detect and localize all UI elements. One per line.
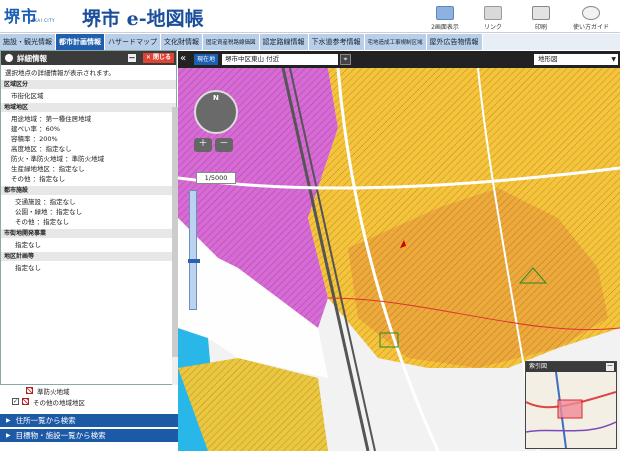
detail-panel-header: 詳細情報 － ✕ 閉じる [1,51,176,65]
guide-icon [582,6,600,20]
map-type-select[interactable]: 地形図 ▼ [534,54,618,65]
compass-n-label: N [213,94,219,102]
detail-item: 容積率 ：200% [11,135,58,143]
tab-land-development-zone[interactable]: 宅地造成工事規制区域 [364,34,427,50]
zoom-out-button[interactable]: － [215,138,233,152]
detail-item: 用途地域 ：第一種住居地域 [11,115,92,123]
locate-icon[interactable]: ⌖ [340,54,351,65]
site-title: 堺市 e-地図帳 [82,8,204,30]
detail-item: 防火・準防火地域 ：準防火地域 [11,155,105,163]
zoom-in-button[interactable]: ＋ [194,138,212,152]
search-by-landmark-label: 目標物・施設一覧から検索 [15,431,106,440]
tab-cultural-assets[interactable]: 文化財情報 [161,34,203,50]
checkbox-checked-icon[interactable]: ✓ [12,398,19,405]
logo-subtext: SAKAI CITY [28,18,55,23]
detail-item: 指定なし [15,264,41,272]
logo-text: 堺市 [4,7,39,26]
index-map-minimize-button[interactable]: － [606,363,614,371]
search-by-landmark-button[interactable]: ▶ 目標物・施設一覧から検索 [0,428,178,442]
index-map-canvas[interactable] [526,372,616,448]
tab-sewer-info[interactable]: 下水道参考情報 [308,34,365,50]
arrow-right-icon: ▶ [6,432,11,439]
zoom-buttons: ＋ － [194,138,233,152]
search-by-address-button[interactable]: ▶ 住所一覧から検索 [0,413,178,427]
dual-screen-label: 2画面表示 [431,24,459,31]
legend-label: その他の地域地区 [33,398,85,407]
search-by-address-label: 住所一覧から検索 [15,416,76,425]
tab-certified-roads[interactable]: 認定路線情報 [259,34,309,50]
legend-row-other-zones[interactable]: ✓ その他の地域地区 [0,396,178,407]
guide-label: 使い方ガイド [572,24,609,31]
scale-display: 1/5000 [196,172,236,184]
index-map-title: 索引図 [529,363,548,370]
detail-item: その他 ：指定なし [11,175,66,183]
print-button[interactable]: 印刷 [516,2,566,31]
dual-screen-button[interactable]: 2画面表示 [420,2,470,31]
link-label: リンク [483,24,502,31]
link-icon [484,6,502,20]
tab-hazard-map[interactable]: ハザードマップ [105,34,161,50]
panel-intro: 選択地点の詳細情報が表示されます。 [5,69,115,77]
section-header: 地域地区 [1,103,176,112]
map-type-value: 地形図 [538,55,558,63]
detail-panel-body: 選択地点の詳細情報が表示されます。 区域区分 市街化区域 地域地区 用途地域 ：… [1,65,176,276]
tab-land-value-map[interactable]: 固定資産税路線価図 [203,34,260,50]
guide-button[interactable]: 使い方ガイド [566,2,616,31]
detail-item: 公園・緑地 ：指定なし [15,208,83,216]
detail-panel: 詳細情報 － ✕ 閉じる 選択地点の詳細情報が表示されます。 区域区分 市街化区… [0,50,177,385]
section-header: 区域区分 [1,80,176,89]
map-toolbar: « 現在地 堺市中区東山 付近 ⌖ 地形図 ▼ [178,51,620,68]
collapse-panel-icon[interactable]: « [180,53,186,65]
layer-legend: 準防火地域 ✓ その他の地域地区 [0,385,178,413]
detail-item: 指定なし [15,241,41,249]
zoom-slider-handle[interactable] [188,259,200,263]
section-header: 都市施設 [1,186,176,195]
location-label: 現在地 [194,54,219,65]
minimize-button[interactable]: － [128,54,136,62]
tab-outdoor-ads[interactable]: 屋外広告物情報 [426,34,483,50]
category-tabs: 施設・観光情報 都市計画情報 ハザードマップ 文化財情報 固定資産税路線価図 認… [0,34,620,50]
zoom-slider[interactable] [188,190,200,310]
link-button[interactable]: リンク [468,2,518,31]
tab-city-planning[interactable]: 都市計画情報 [56,34,105,50]
other-zone-swatch-icon [22,398,29,405]
location-field[interactable]: 堺市中区東山 付近 [222,54,338,65]
detail-item: 交通施設 ：指定なし [15,198,76,206]
legend-row-fireproof[interactable]: 準防火地域 [0,385,178,396]
tab-facilities[interactable]: 施設・観光情報 [0,34,56,50]
arrow-right-icon: ▶ [6,417,11,424]
pan-control[interactable]: N [194,90,238,134]
index-map-graphic [526,372,616,448]
detail-panel-title: 詳細情報 [17,53,47,63]
chevron-down-icon: ▼ [611,56,616,63]
detail-item: 市街化区域 [11,92,44,100]
section-header: 地区計画等 [1,252,176,261]
detail-item: 建ぺい率 ：60% [11,125,61,133]
dual-screen-icon [436,6,454,20]
index-map: 索引図 － [525,361,617,449]
detail-item: 高度地区 ：指定なし [11,145,72,153]
detail-item: 生産緑地地区 ：指定なし [11,165,85,173]
info-icon [5,54,13,62]
print-icon [532,6,550,20]
fireproof-swatch-icon [26,387,33,394]
close-button[interactable]: ✕ 閉じる [142,53,174,63]
section-header: 市街地開発事業 [1,229,176,238]
print-label: 印刷 [534,24,547,31]
header: 堺市 SAKAI CITY 堺市 e-地図帳 2画面表示 リンク 印刷 使い方ガ… [0,0,620,33]
detail-item: その他 ：指定なし [15,218,70,226]
index-map-header: 索引図 － [526,362,616,372]
legend-label: 準防火地域 [37,387,70,396]
